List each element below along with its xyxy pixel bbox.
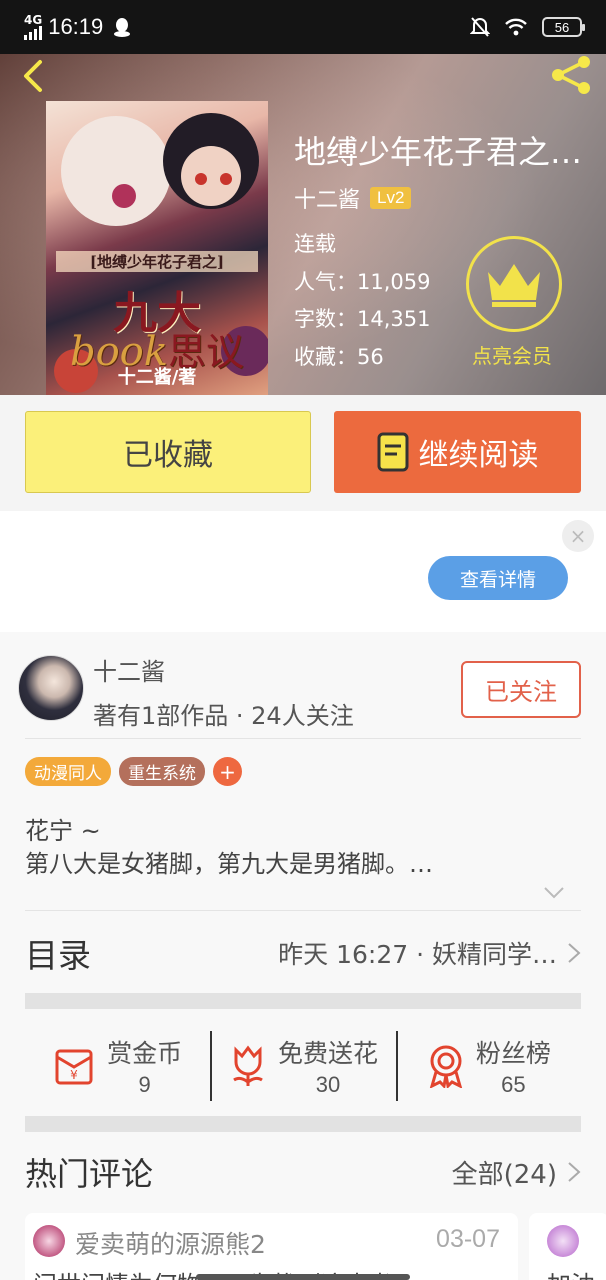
wifi-icon <box>505 18 527 36</box>
latest-chapter: 昨天 16:27 · 妖精同学… <box>278 940 557 969</box>
all-comments-link[interactable]: 全部(24) <box>452 1154 581 1191</box>
ad-detail-button[interactable]: 查看详情 <box>428 556 568 600</box>
back-icon[interactable] <box>16 58 52 94</box>
crown-icon <box>488 264 540 307</box>
author-name[interactable]: 十二酱 <box>93 652 165 687</box>
level-badge: Lv2 <box>370 187 412 209</box>
comment-card[interactable]: 加油 <box>529 1213 606 1280</box>
comment-card[interactable]: 爱卖萌的源源熊2 03-07 问世间情为何物，只为找到这本书(・ <box>25 1213 518 1280</box>
status-bar: 4G 16:19 56 <box>0 0 606 54</box>
tag-list: 动漫同人 重生系统 + <box>25 757 242 786</box>
action-buttons: 已收藏 继续阅读 <box>0 395 606 511</box>
vip-label: 点亮会员 <box>472 344 552 368</box>
fans-rank-count: 65 <box>501 1072 526 1097</box>
free-flower-label: 免费送花 <box>277 1039 378 1068</box>
qq-icon <box>114 18 131 37</box>
description-line: 花宁 ~ <box>25 817 101 845</box>
book-description[interactable]: 花宁 ~ 第八大是女猪脚，第九大是男猪脚。… <box>25 815 581 881</box>
book-title: 地缚少年花子君之九大不可思议 <box>294 133 606 171</box>
medal-icon <box>429 1045 462 1088</box>
divider <box>25 910 581 911</box>
add-tag-button[interactable]: + <box>213 757 242 786</box>
close-icon[interactable]: × <box>562 520 594 552</box>
fans-rank-button[interactable]: 粉丝榜 65 <box>395 1031 581 1101</box>
table-of-contents-row[interactable]: 目录 昨天 16:27 · 妖精同学… <box>25 922 581 984</box>
share-icon[interactable] <box>548 54 594 96</box>
flower-icon <box>233 1045 263 1086</box>
book-author[interactable]: 十二酱 <box>294 182 360 214</box>
comment-date: 03-07 <box>436 1225 500 1253</box>
chevron-down-icon[interactable] <box>543 886 565 900</box>
favorited-button[interactable]: 已收藏 <box>25 411 311 493</box>
author-avatar[interactable] <box>18 655 84 721</box>
continue-read-label: 继续阅读 <box>418 438 539 473</box>
commenter-avatar <box>547 1225 579 1257</box>
mute-bell-icon <box>470 17 490 37</box>
svg-text:¥: ¥ <box>70 1068 78 1082</box>
reward-coins-button[interactable]: ¥ 赏金币 9 <box>25 1031 210 1101</box>
commenter-name: 爱卖萌的源源熊2 <box>75 1230 266 1259</box>
book-icon <box>377 432 408 472</box>
tag-item[interactable]: 动漫同人 <box>25 757 111 786</box>
support-actions: ¥ 赏金币 9 免费送花 30 粉丝榜 65 <box>25 1024 581 1108</box>
signal-icon: 4G <box>24 14 42 40</box>
home-indicator[interactable] <box>196 1274 410 1280</box>
section-separator <box>25 1116 581 1132</box>
divider <box>25 738 581 739</box>
red-envelope-icon: ¥ <box>55 1049 93 1085</box>
comment-text: 加油 <box>547 1265 595 1280</box>
cover-subtitle: [地缚少年花子君之] <box>56 251 258 272</box>
description-line: 第八大是女猪脚，第九大是男猪脚。… <box>25 850 433 878</box>
clock: 16:19 <box>48 14 104 39</box>
network-type: 4G <box>24 13 43 27</box>
fans-rank-label: 粉丝榜 <box>475 1039 551 1068</box>
hot-comments-header: 热门评论 全部(24) <box>25 1142 581 1202</box>
reward-coins-label: 赏金币 <box>107 1039 183 1068</box>
detail-section: 十二酱 著有1部作品 · 24人关注 已关注 动漫同人 重生系统 + 花宁 ~ … <box>0 632 606 1280</box>
vip-button[interactable]: 点亮会员 <box>466 236 564 369</box>
free-flower-count: 30 <box>315 1072 341 1097</box>
follow-button[interactable]: 已关注 <box>461 661 581 718</box>
free-flower-button[interactable]: 免费送花 30 <box>210 1031 395 1101</box>
hot-comments-title: 热门评论 <box>25 1155 154 1193</box>
tag-item[interactable]: 重生系统 <box>119 757 205 786</box>
toc-label: 目录 <box>25 936 91 975</box>
battery-icon: 56 <box>542 17 585 37</box>
ad-banner: × 查看详情 <box>0 511 606 632</box>
commenter-avatar <box>33 1225 65 1257</box>
chevron-right-icon <box>568 1162 581 1182</box>
book-cover[interactable]: [地缚少年花子君之] 九大 book思议 十二酱/著 <box>46 101 268 395</box>
author-meta: 著有1部作品 · 24人关注 <box>93 702 354 730</box>
chevron-right-icon <box>568 943 581 963</box>
continue-read-button[interactable]: 继续阅读 <box>334 411 581 493</box>
reward-coins-count: 9 <box>138 1072 151 1097</box>
section-separator <box>25 993 581 1009</box>
cover-author: 十二酱/著 <box>117 367 197 388</box>
